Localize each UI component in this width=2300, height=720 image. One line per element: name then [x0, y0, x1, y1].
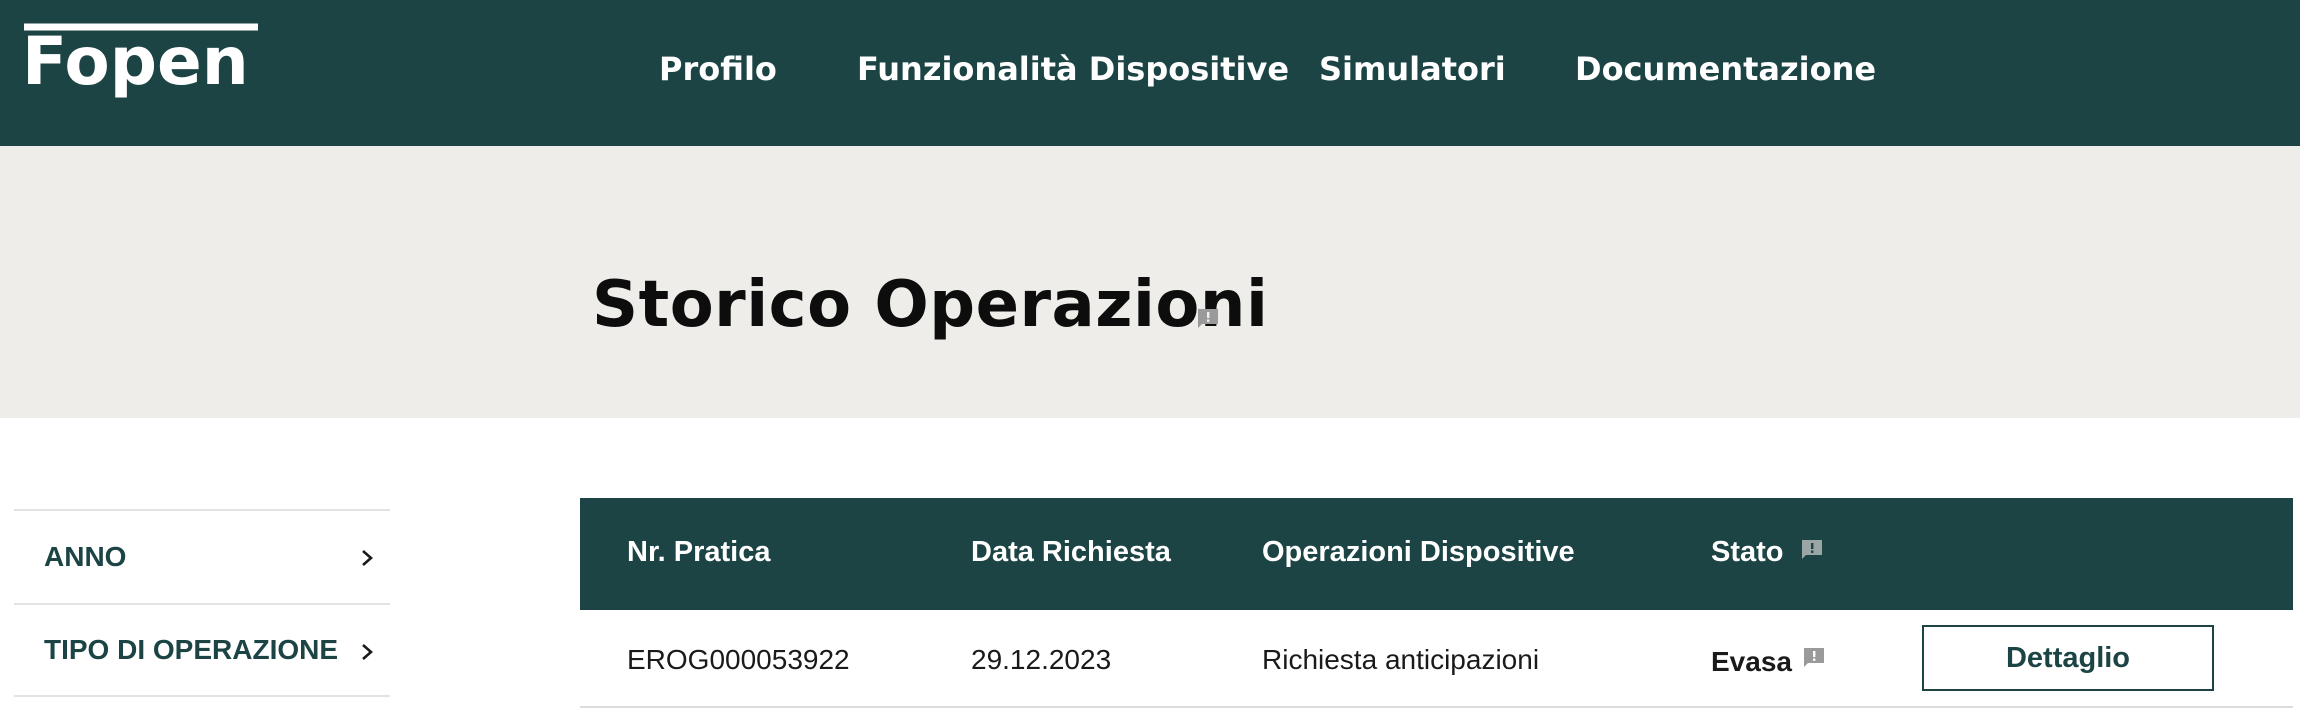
header-nr-pratica: Nr. Pratica [627, 536, 771, 568]
cell-operazione: Richiesta anticipazioni [1262, 644, 1540, 675]
filter-sidebar: ANNO TIPO DI OPERAZIONE [14, 509, 390, 697]
feedback-icon[interactable] [1196, 307, 1220, 335]
header-stato: Stato [1711, 536, 1784, 568]
dettaglio-button[interactable]: Dettaglio [1922, 625, 2214, 691]
filter-tipo-di-operazione[interactable]: TIPO DI OPERAZIONE [14, 603, 390, 697]
feedback-icon[interactable] [1800, 538, 1824, 566]
filter-anno[interactable]: ANNO [14, 509, 390, 603]
chevron-right-icon [362, 550, 373, 566]
top-header: Fopen Profilo Funzionalità Dispositive S… [0, 0, 2300, 146]
filter-label: ANNO [44, 541, 127, 572]
feedback-icon[interactable] [1802, 646, 1826, 674]
nav-item-profilo[interactable]: Profilo [659, 50, 777, 88]
table-row: EROG000053922 29.12.2023 Richiesta antic… [580, 610, 2293, 708]
cell-nr-pratica: EROG000053922 [627, 644, 850, 675]
status-badge: Evasa [1711, 646, 1792, 677]
nav-item-documentazione[interactable]: Documentazione [1575, 50, 1876, 88]
header-operazioni-dispositive: Operazioni Dispositive [1262, 536, 1575, 568]
filter-label: TIPO DI OPERAZIONE [44, 634, 339, 665]
nav-item-simulatori[interactable]: Simulatori [1319, 50, 1506, 88]
header-data-richiesta: Data Richiesta [971, 536, 1171, 568]
cell-data-richiesta: 29.12.2023 [971, 644, 1112, 675]
page-title: Storico Operazioni [592, 268, 1269, 342]
chevron-right-icon [362, 644, 373, 660]
table-header: Nr. Pratica Data Richiesta Operazioni Di… [580, 498, 2293, 610]
nav-item-funzionalita-dispositive[interactable]: Funzionalità Dispositive [857, 50, 1289, 88]
operations-table: Nr. Pratica Data Richiesta Operazioni Di… [580, 498, 2293, 708]
svg-text:Fopen: Fopen [22, 23, 249, 100]
fopen-logo[interactable]: Fopen [22, 22, 262, 108]
